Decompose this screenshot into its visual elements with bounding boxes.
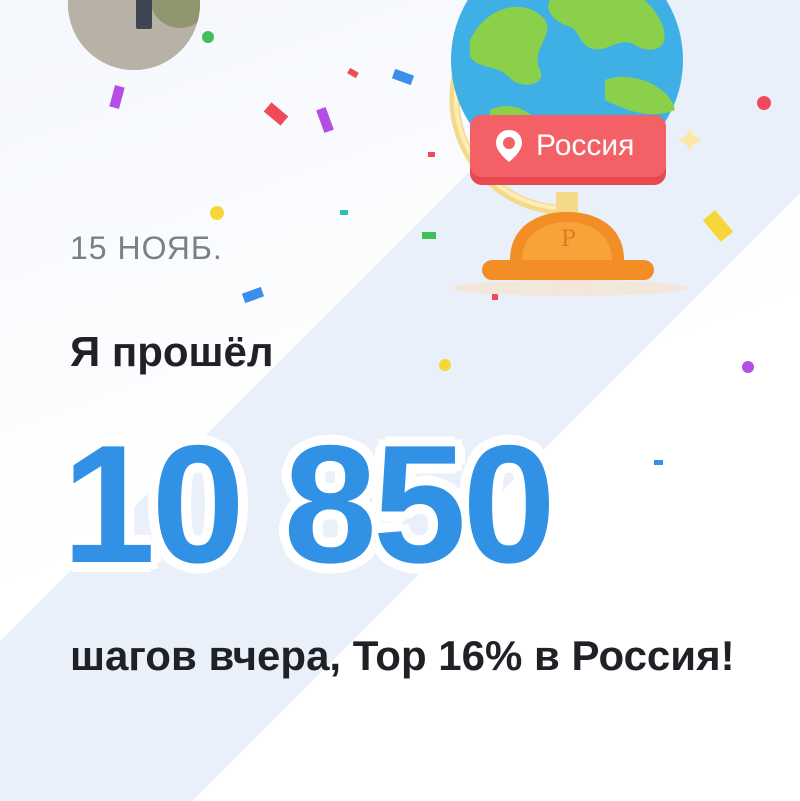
headline: Я прошёл bbox=[70, 328, 274, 375]
date-label: 15 НОЯБ. bbox=[70, 230, 223, 266]
ranking-text: шагов вчера, Top 16% в Россия! bbox=[70, 632, 735, 679]
location-pin-icon bbox=[494, 128, 524, 164]
stand-letter: P bbox=[561, 227, 576, 252]
user-avatar[interactable] bbox=[68, 0, 200, 70]
country-label: Россия bbox=[536, 129, 635, 162]
avatar-person bbox=[136, 0, 152, 29]
country-badge-face: Россия bbox=[470, 115, 666, 177]
step-count: 10 850 bbox=[62, 410, 556, 598]
